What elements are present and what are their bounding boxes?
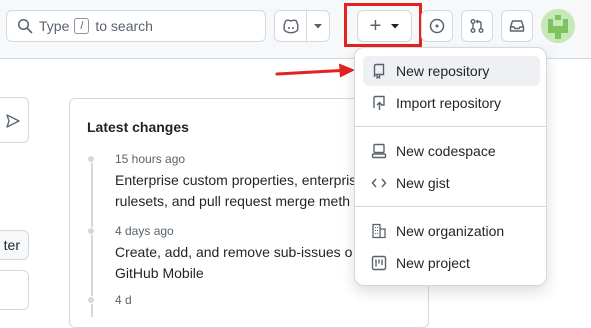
inbox-icon <box>509 20 525 32</box>
paper-airplane-icon <box>6 114 20 128</box>
issue-opened-icon <box>429 18 445 34</box>
search-icon <box>17 18 33 34</box>
search-input[interactable]: Type / to search <box>6 10 266 42</box>
menu-divider <box>355 206 546 207</box>
menu-item-label: New codespace <box>396 143 496 159</box>
inbox-button[interactable] <box>501 10 533 42</box>
repo-icon <box>371 63 387 79</box>
git-pull-request-icon <box>470 19 484 33</box>
annotation-arrow <box>275 63 355 78</box>
menu-item-label: New project <box>396 255 470 271</box>
codespaces-icon <box>371 143 387 159</box>
timeline-dot <box>87 155 95 163</box>
identicon-avatar-image <box>541 9 575 43</box>
pull-requests-button[interactable] <box>461 10 493 42</box>
menu-item-new-gist[interactable]: New gist <box>363 168 540 198</box>
copilot-button-group <box>274 10 330 42</box>
menu-item-label: New organization <box>396 223 505 239</box>
menu-item-new-organization[interactable]: New organization <box>363 216 540 246</box>
triangle-down-icon <box>314 23 322 28</box>
project-icon <box>371 255 387 271</box>
menu-item-label: New gist <box>396 175 450 191</box>
copilot-button[interactable] <box>275 11 307 41</box>
annotation-highlight-box <box>344 3 422 47</box>
timeline-line <box>91 157 93 317</box>
menu-item-label: New repository <box>396 63 490 79</box>
changelog-time: 4 d <box>115 293 132 307</box>
create-new-menu: New repository Import repository New cod… <box>354 47 547 286</box>
left-partial-button[interactable]: ter <box>0 230 29 260</box>
repo-push-icon <box>371 95 387 111</box>
left-partial-card[interactable] <box>0 97 29 143</box>
menu-item-new-codespace[interactable]: New codespace <box>363 136 540 166</box>
left-partial-button-label: ter <box>3 237 20 253</box>
issues-button[interactable] <box>421 10 453 42</box>
copilot-dropdown-button[interactable] <box>307 11 329 41</box>
user-avatar[interactable] <box>541 9 575 43</box>
menu-divider <box>355 126 546 127</box>
timeline-dot <box>87 296 95 304</box>
menu-item-import-repository[interactable]: Import repository <box>363 88 540 118</box>
search-suffix: to search <box>95 18 153 34</box>
left-partial-card-bottom <box>0 270 29 310</box>
menu-item-new-project[interactable]: New project <box>363 248 540 278</box>
organization-icon <box>371 223 387 239</box>
latest-changes-title: Latest changes <box>87 119 189 135</box>
search-prefix: Type <box>39 18 70 34</box>
code-icon <box>371 175 387 191</box>
menu-item-new-repository[interactable]: New repository <box>363 56 540 86</box>
changelog-entry[interactable]: 4 d <box>87 292 415 308</box>
search-shortcut-key: / <box>74 18 90 34</box>
timeline-dot <box>87 227 95 235</box>
copilot-icon <box>283 19 298 34</box>
menu-item-label: Import repository <box>396 95 502 111</box>
